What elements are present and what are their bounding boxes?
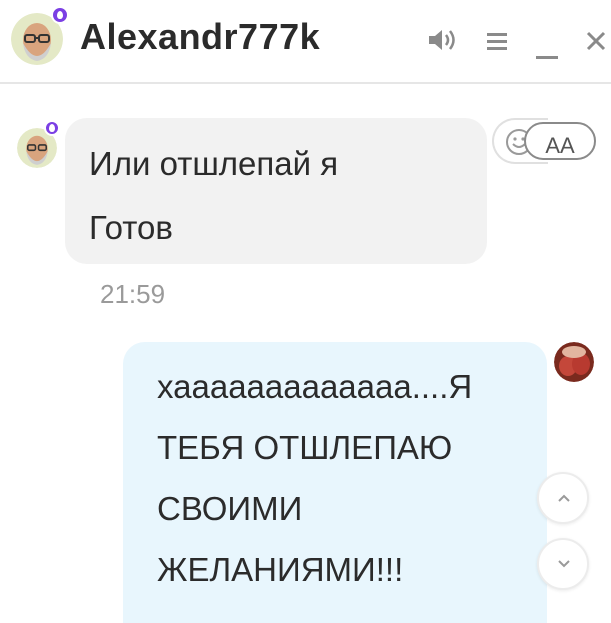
chevron-up-icon: [558, 494, 570, 502]
text-size-button[interactable]: АА: [524, 122, 596, 160]
message-line: СВОИМИ: [157, 490, 303, 527]
minimize-icon[interactable]: [536, 30, 558, 60]
message-tools: АА: [492, 118, 596, 164]
scroll-up-button[interactable]: [537, 472, 589, 524]
speaker-icon[interactable]: [427, 28, 461, 52]
outgoing-message-bubble[interactable]: хааааааааааааа....Я ТЕБЯ ОТШЛЕПАЮ СВОИМИ…: [123, 342, 547, 623]
message-line: Готов: [89, 209, 173, 246]
chat-header: Alexandr777k: [0, 0, 611, 84]
message-line: хааааааааааааа....Я: [157, 368, 473, 405]
message-line: Или отшлепай я: [89, 145, 339, 182]
incoming-message-bubble[interactable]: Или отшлепай я Готов: [65, 118, 487, 264]
message-list[interactable]: Или отшлепай я Готов 21:59 АА хааааааааа…: [0, 86, 611, 623]
message-timestamp: 21:59: [100, 279, 166, 309]
contact-name[interactable]: Alexandr777k: [80, 16, 320, 58]
message-line: ТЕБЯ ОТШЛЕПАЮ: [157, 429, 453, 466]
message-line: ЖЕЛАНИЯМИ!!!: [157, 551, 404, 588]
outgoing-avatar[interactable]: [554, 342, 594, 382]
status-drop-icon: [51, 6, 69, 24]
scroll-down-button[interactable]: [537, 538, 589, 590]
close-icon[interactable]: [585, 30, 607, 52]
incoming-status-drop-icon: [44, 120, 60, 136]
menu-icon[interactable]: [487, 31, 507, 51]
chevron-down-icon: [558, 560, 570, 568]
